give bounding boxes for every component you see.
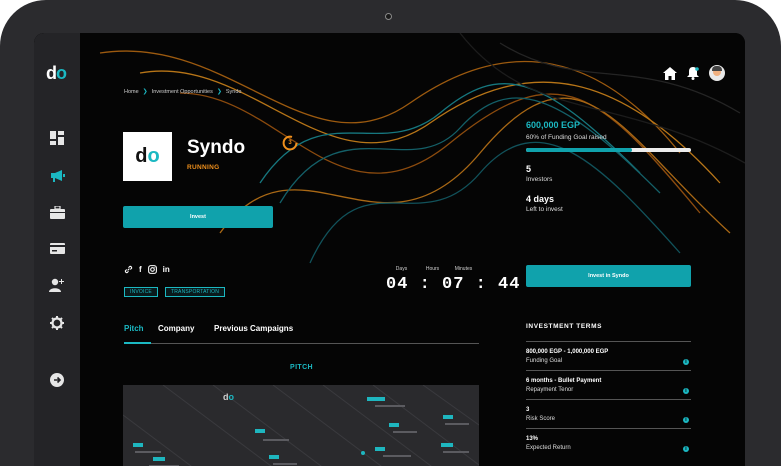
days-stat: 4 days Left to invest [526,194,563,213]
investment-terms: 800,000 EGP - 1,000,000 EGP Funding Goal… [526,341,691,457]
funding-summary: 600,000 EGP 60% of Funding Goal raised [526,120,692,141]
screen: do Home ❯ Investment Opportunities ❯ Syn… [34,33,745,466]
investors-value: 5 [526,164,532,174]
funding-percent: 60% of Funding Goal raised [526,134,607,141]
funding-progress-fill [526,148,632,152]
company-logo: do [123,132,172,181]
tag-transportation[interactable]: TRANSPORTATION [164,287,226,297]
term-row: 800,000 EGP - 1,000,000 EGP Funding Goal… [526,341,691,370]
chevron-right-icon: ❯ [216,89,222,95]
facebook-icon[interactable]: f [139,265,142,274]
app-logo[interactable]: do [46,63,67,84]
term-row: 3 Risk Score i [526,399,691,428]
countdown-value: 04 : 07 : 44 [386,275,521,294]
logout-icon[interactable] [49,372,65,388]
sidebar: do [34,33,80,466]
camera [385,13,392,20]
tag-invoice[interactable]: INVOICE [124,287,158,297]
pitch-image[interactable]: do [123,385,479,466]
investors-stat: 5 Investors [526,164,552,183]
header-icons [663,65,725,81]
home-icon[interactable] [663,66,677,80]
term-row: 13% Expected Return i [526,428,691,457]
social-links: f in [124,265,170,274]
main-content: Home ❯ Investment Opportunities ❯ Syndo … [80,33,745,466]
info-icon[interactable]: i [683,359,689,365]
investment-terms-title: INVESTMENT TERMS [526,323,603,330]
investors-label: Investors [526,176,553,183]
info-icon[interactable]: i [683,417,689,423]
card-icon[interactable] [49,240,65,256]
funding-progress-bar [526,148,691,152]
pitch-logo: do [223,392,234,402]
info-icon[interactable]: i [683,388,689,394]
bell-icon[interactable] [687,66,699,80]
countdown-minutes-label: Minutes [454,266,473,272]
invest-button[interactable]: Invest [123,206,273,228]
add-user-icon[interactable] [49,277,65,293]
gear-icon[interactable] [49,315,65,331]
megaphone-icon[interactable] [49,167,65,183]
invest-in-company-button[interactable]: Invest in Syndo [526,265,691,287]
tags: INVOICE TRANSPORTATION [124,287,226,297]
chevron-right-icon: ❯ [142,89,148,95]
linkedin-icon[interactable]: in [163,265,170,274]
countdown-days-label: Days [395,266,408,272]
breadcrumb: Home ❯ Investment Opportunities ❯ Syndo [124,88,242,96]
briefcase-icon[interactable] [49,204,65,220]
breadcrumb-home[interactable]: Home [124,89,139,95]
tab-company[interactable]: Company [158,324,194,333]
device-frame: do Home ❯ Investment Opportunities ❯ Syn… [0,0,781,466]
funding-amount: 600,000 EGP [526,120,581,130]
content-tabs: Pitch Company Previous Campaigns [124,323,479,344]
days-value: 4 days [526,194,555,204]
pitch-title: PITCH [290,364,313,371]
avatar[interactable] [709,65,725,81]
term-row: 6 months - Bullet Payment Repayment Teno… [526,370,691,399]
instagram-icon[interactable] [147,265,157,274]
days-label: Left to invest [526,206,563,213]
dashboard-icon[interactable] [49,130,65,146]
breadcrumb-current: Syndo [225,88,242,95]
status-badge: RUNNING [187,164,220,171]
countdown-hours-label: Hours [425,266,440,272]
link-icon[interactable] [124,265,133,274]
tab-previous-campaigns[interactable]: Previous Campaigns [214,324,293,333]
info-icon[interactable]: i [683,446,689,452]
active-tab-indicator [124,342,151,344]
breadcrumb-investment-opportunities[interactable]: Investment Opportunities [152,89,213,95]
company-name: Syndo [187,137,246,158]
risk-ring-number: 3 [288,140,292,146]
countdown: Days Hours Minutes 04 : 07 : 44 [386,266,520,294]
tab-pitch[interactable]: Pitch [124,324,144,333]
